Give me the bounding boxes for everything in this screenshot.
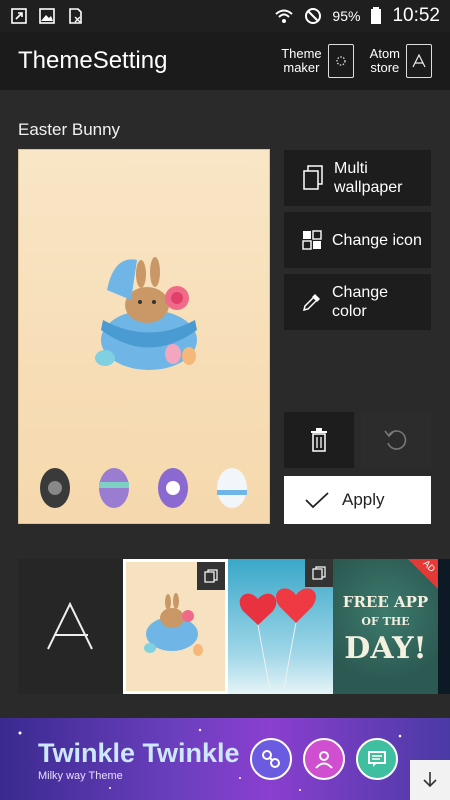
- wifi-icon: [275, 9, 294, 23]
- multi-wallpaper-button[interactable]: Multi wallpaper: [284, 150, 431, 206]
- apply-button[interactable]: Apply: [284, 476, 431, 524]
- trash-icon: [311, 428, 327, 452]
- atom-store-button[interactable]: Atom store: [370, 44, 432, 78]
- theme-preview[interactable]: [18, 149, 270, 524]
- theme-thumbnail-strip: FREE APP OF THE DAY! AD: [18, 559, 450, 694]
- link-icon: [250, 738, 292, 780]
- copy-icon: [204, 569, 218, 583]
- battery-percent: 95%: [332, 8, 361, 24]
- do-not-disturb-icon: [305, 8, 322, 24]
- check-icon: [305, 492, 329, 509]
- message-icon: [356, 738, 398, 780]
- clock: 10:52: [392, 5, 440, 26]
- person-icon: [303, 738, 345, 780]
- multi-wallpaper-label: Multi wallpaper: [334, 160, 403, 196]
- image-icon: [39, 8, 55, 24]
- delete-button[interactable]: [284, 412, 354, 468]
- screenshot-icon: [11, 8, 27, 24]
- copy-badge: [197, 562, 225, 590]
- change-color-button[interactable]: Change color: [284, 274, 431, 330]
- change-color-label: Change color: [332, 284, 389, 320]
- page-title: ThemeSetting: [18, 47, 168, 74]
- grid-icon: [302, 230, 322, 250]
- download-icon: [423, 772, 437, 788]
- copy-badge: [305, 559, 333, 587]
- thumbnail-atom[interactable]: [18, 559, 123, 694]
- banner-ad[interactable]: Twinkle Twinkle Milky way Theme: [0, 718, 450, 800]
- undo-icon: [384, 430, 407, 450]
- status-bar: 95% 10:52: [0, 0, 450, 32]
- ad-text-line3: DAY!: [344, 631, 427, 666]
- atom-store-label: Atom store: [369, 46, 400, 75]
- theme-maker-label: Theme maker: [281, 46, 322, 75]
- app-header: ThemeSetting Theme maker Atom store: [0, 32, 450, 90]
- thumbnail-ad[interactable]: FREE APP OF THE DAY! AD: [333, 559, 438, 694]
- apply-label: Apply: [342, 490, 385, 509]
- ad-text-line1: FREE APP: [342, 593, 429, 611]
- banner-subtitle: Milky way Theme: [38, 770, 123, 782]
- eyedropper-icon: [302, 294, 320, 312]
- change-icon-button[interactable]: Change icon: [284, 212, 431, 268]
- download-button[interactable]: [410, 760, 450, 800]
- multi-wallpaper-icon: [303, 165, 323, 190]
- ad-text-line2: OF THE: [361, 615, 410, 628]
- banner-title: Twinkle Twinkle: [38, 738, 240, 768]
- thumbnail-hearts[interactable]: [228, 559, 333, 694]
- sim-icon: [69, 8, 82, 24]
- battery-icon: [371, 7, 382, 24]
- thumbnail-partial[interactable]: [438, 559, 450, 694]
- theme-maker-icon: [327, 44, 354, 78]
- change-icon-label: Change icon: [332, 231, 422, 249]
- theme-maker-button[interactable]: Theme maker: [281, 44, 354, 78]
- atom-logo-icon: [47, 601, 93, 650]
- easter-bunny-artwork: [40, 257, 247, 508]
- reset-button[interactable]: [361, 412, 431, 468]
- atom-store-icon: [406, 44, 432, 78]
- thumbnail-easter-bunny[interactable]: [123, 559, 228, 694]
- theme-name: Easter Bunny: [18, 120, 121, 139]
- copy-icon: [312, 566, 326, 580]
